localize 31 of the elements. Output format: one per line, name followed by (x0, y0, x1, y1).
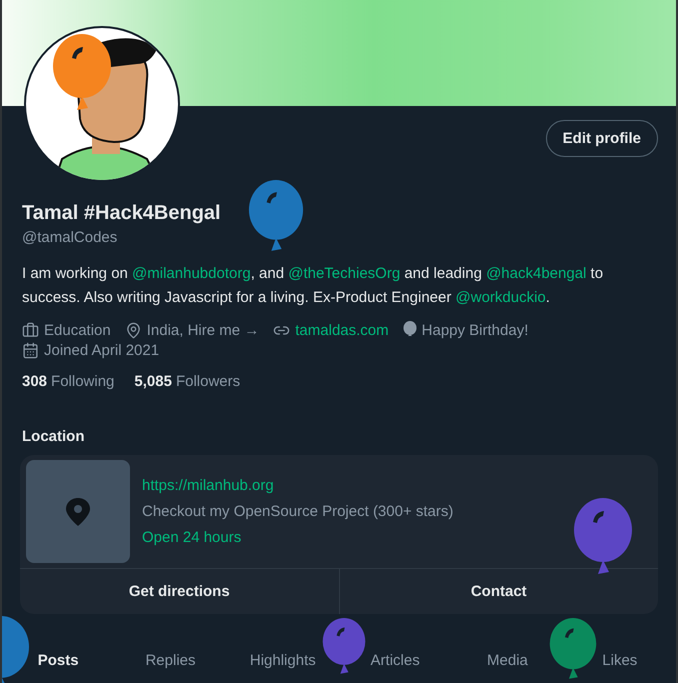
profile-handle: @tamalCodes (22, 228, 118, 248)
profile-detail: India, Hire me → (146, 322, 260, 338)
location-action-button[interactable]: Get directions (20, 569, 338, 614)
profile-bio: I am working on @milanhubdotorg, and @theTechiesOrg and leading @hack4bengal to success. Also writing Javascript for a living. Ex-Product Engineer @workduckio. (22, 264, 604, 308)
profile-tab[interactable]: Posts (36, 640, 81, 680)
mention-link[interactable]: @milanhubdotorg (132, 265, 251, 282)
profile-name: Tamal #Hack4Bengal (22, 201, 222, 225)
calendar-icon (22, 342, 39, 358)
map-pin-icon (65, 496, 91, 526)
mention-link[interactable]: @hack4bengal (486, 265, 586, 282)
profile-detail: Education (44, 322, 111, 338)
edit-profile-button[interactable]: Edit profile (546, 120, 658, 157)
profile-detail: Happy Birthday! (422, 322, 528, 338)
profile-tab[interactable]: Articles (368, 640, 422, 680)
location-url-link[interactable]: https://milanhub.org (142, 476, 454, 496)
location-icon (124, 322, 142, 338)
mention-link[interactable]: @workduckio (456, 289, 546, 306)
section-heading: Location (22, 427, 86, 447)
mention-link[interactable]: @theTechiesOrg (288, 265, 400, 282)
opening-hours: Open 24 hours (142, 528, 242, 548)
follow-stat-link[interactable]: 5,085 Followers (134, 372, 240, 392)
profile-detail: Joined April 2021 (44, 342, 160, 358)
profile-tab[interactable]: Replies (143, 640, 198, 680)
profile-tab[interactable]: Media (485, 640, 530, 680)
website-link[interactable]: tamaldas.com (295, 322, 389, 338)
balloon-icon (402, 321, 417, 339)
location-description: Checkout my OpenSource Project (300+ stars) (142, 502, 454, 522)
profile-tab[interactable]: Highlights (248, 640, 318, 680)
profile-tab[interactable]: Likes (600, 640, 640, 680)
follow-stat-link[interactable]: 308 Following (22, 372, 114, 392)
briefcase-icon (22, 322, 39, 338)
